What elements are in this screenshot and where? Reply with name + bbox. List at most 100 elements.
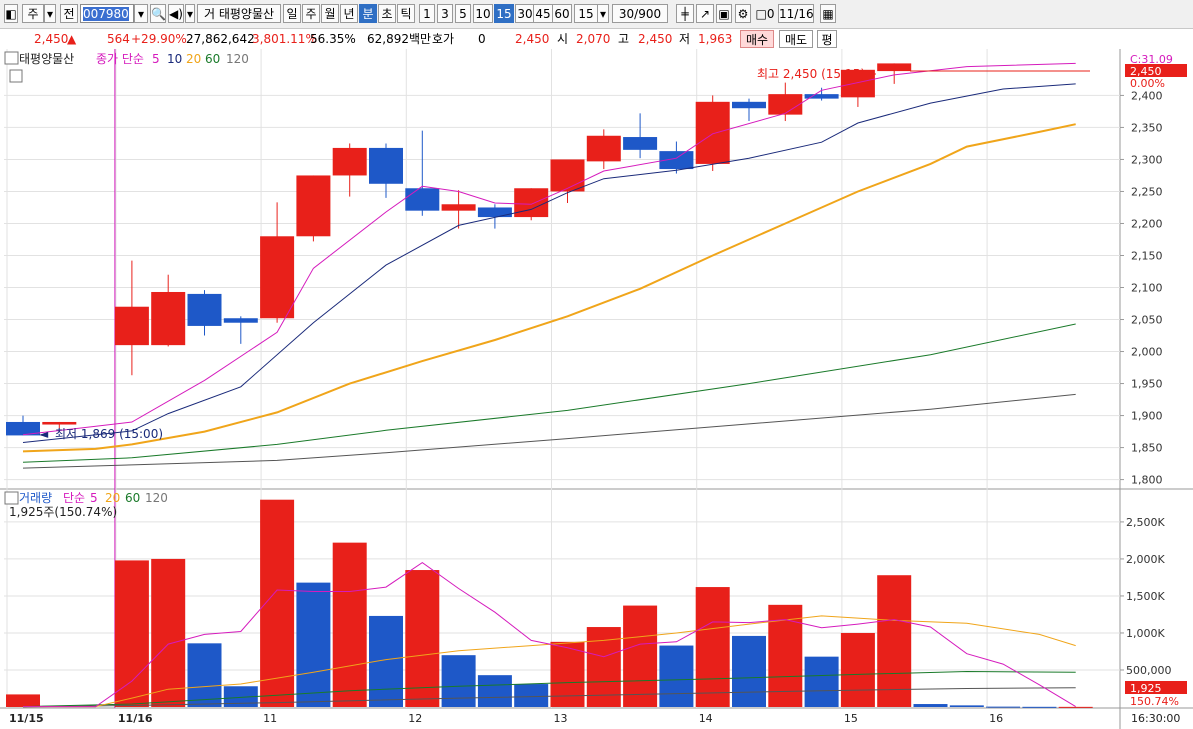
price-tick-label: 2,300 [1131, 153, 1163, 166]
candle-body [369, 147, 403, 184]
buy-button[interactable]: 매수 [740, 30, 774, 48]
tab-tick[interactable]: 틱 [397, 4, 415, 23]
candle-body [695, 101, 730, 164]
min-15[interactable]: 15 [494, 4, 514, 23]
eval-button[interactable]: 평 [817, 30, 837, 48]
time-label: 11 [263, 712, 277, 725]
min-45[interactable]: 45 [533, 4, 553, 23]
pen-icon[interactable]: ↗ [696, 4, 714, 23]
candle-icon[interactable]: ╪ [676, 4, 694, 23]
candle-body [42, 421, 77, 425]
candle-body [877, 63, 912, 72]
change-percent: +29.90% [131, 32, 187, 46]
volume-bar [187, 643, 222, 707]
volume-bar [6, 694, 40, 707]
calendar-icon[interactable]: ▦ [820, 4, 836, 23]
code-arrow[interactable]: ▾ [134, 4, 148, 23]
search-icon[interactable]: 🔍 [150, 4, 166, 23]
hoga-label: 호가 [432, 32, 455, 46]
volume-legend-ma: 5 [90, 491, 98, 505]
layout-icon[interactable]: ◧ [4, 4, 18, 23]
min-30[interactable]: 30 [515, 4, 535, 23]
stock-code-input[interactable]: 007980 [80, 4, 134, 23]
last-volume-pct-label: 150.74% [1130, 695, 1179, 708]
price-tick-label: 2,200 [1131, 217, 1163, 230]
current-price: 2,450 [34, 32, 69, 46]
candle-body [260, 236, 295, 319]
candle-body [296, 175, 331, 237]
check-zero[interactable]: □0 [754, 4, 776, 23]
volume-bar [332, 542, 367, 707]
gear-icon[interactable]: ⚙ [735, 4, 751, 23]
time-label: 14 [699, 712, 713, 725]
period-arrow[interactable]: ▾ [44, 4, 56, 23]
last-volume-label: 1,925 [1130, 682, 1162, 695]
volume-bar [1058, 706, 1093, 708]
time-label: 12 [408, 712, 422, 725]
period-select[interactable]: 주 [22, 4, 44, 23]
tab-week[interactable]: 주 [302, 4, 320, 23]
last-pct-label: 0.00% [1130, 77, 1165, 90]
save-icon[interactable]: ▣ [716, 4, 732, 23]
interval-arrow[interactable]: ▾ [597, 4, 609, 23]
volume-tick-label: 2,000K [1126, 553, 1165, 566]
price-legend-ma: 120 [226, 52, 249, 66]
volume-bar [949, 705, 984, 707]
volume-legend-box-icon [4, 491, 19, 505]
high-annotation: 최고 2,450 (15:15) [757, 67, 865, 81]
price-tick-label: 2,100 [1131, 282, 1163, 295]
grid-toggle-icon [9, 69, 23, 83]
volume-bar [296, 582, 331, 707]
tab-day[interactable]: 일 [283, 4, 301, 23]
time-label: 16 [989, 712, 1003, 725]
volume-bar [1022, 706, 1057, 708]
stock-name[interactable]: 거 태평양물산 [197, 4, 281, 23]
price-tick-label: 2,400 [1131, 89, 1163, 102]
price-tick-label: 2,000 [1131, 346, 1163, 359]
tab-minute[interactable]: 분 [359, 4, 377, 23]
price-legend-ma: 20 [186, 52, 201, 66]
volume-legend-ma: 20 [105, 491, 120, 505]
time-label: 15 [844, 712, 858, 725]
open-price: 2,070 [576, 32, 611, 46]
tab-month[interactable]: 월 [321, 4, 339, 23]
prev-label[interactable]: 전 [60, 4, 78, 23]
sound-arrow[interactable]: ▾ [185, 4, 195, 23]
interval-value[interactable]: 15 [574, 4, 598, 23]
min-1[interactable]: 1 [419, 4, 435, 23]
price-tick-label: 2,050 [1131, 314, 1163, 327]
volume-bar [695, 587, 730, 707]
chart-area[interactable]: 1,800 1,850 1,900 1,950 2,000 2,050 2,100 2,150… [0, 49, 1193, 729]
sound-icon[interactable]: ◀) [168, 4, 184, 23]
candle-body [114, 306, 149, 346]
volume-bar [623, 605, 658, 707]
time-label: 11/16 [118, 712, 153, 725]
min-5[interactable]: 5 [455, 4, 471, 23]
tab-year[interactable]: 년 [340, 4, 358, 23]
candle-body [441, 204, 476, 211]
min-60[interactable]: 60 [552, 4, 572, 23]
volume-bar [550, 641, 585, 707]
min-10[interactable]: 10 [473, 4, 493, 23]
volume-legend-ma: 120 [145, 491, 168, 505]
volume-bar [477, 675, 512, 707]
toolbar: ◧ 주 ▾ 전 ▾ 🔍 ◀) ▾ 거 태평양물산 일 주 월 년 분 초 틱 1 3 5 10 15 30 45 60 15 ▾ 3… [0, 0, 1193, 29]
change-value: 564 [107, 32, 130, 46]
turnover-rate: 56.35% [310, 32, 356, 46]
candle-body [514, 188, 549, 218]
date-value[interactable]: 11/16 [778, 4, 814, 23]
count-value[interactable]: 30/900 [612, 4, 668, 23]
volume-bar [114, 560, 149, 707]
min-3[interactable]: 3 [437, 4, 453, 23]
volume-tick-label: 2,500K [1126, 516, 1165, 529]
high-label: 고 [618, 32, 630, 46]
sell-button[interactable]: 매도 [779, 30, 813, 48]
price-legend-close: 종가 단순 [96, 52, 144, 66]
low-arrow-icon: ◄ [39, 427, 49, 441]
tab-second[interactable]: 초 [378, 4, 396, 23]
up-arrow-icon: ▲ [67, 32, 77, 46]
candle-body [187, 293, 222, 326]
volume-bar [441, 655, 476, 707]
candle-body [768, 94, 803, 115]
time-label: 13 [554, 712, 568, 725]
